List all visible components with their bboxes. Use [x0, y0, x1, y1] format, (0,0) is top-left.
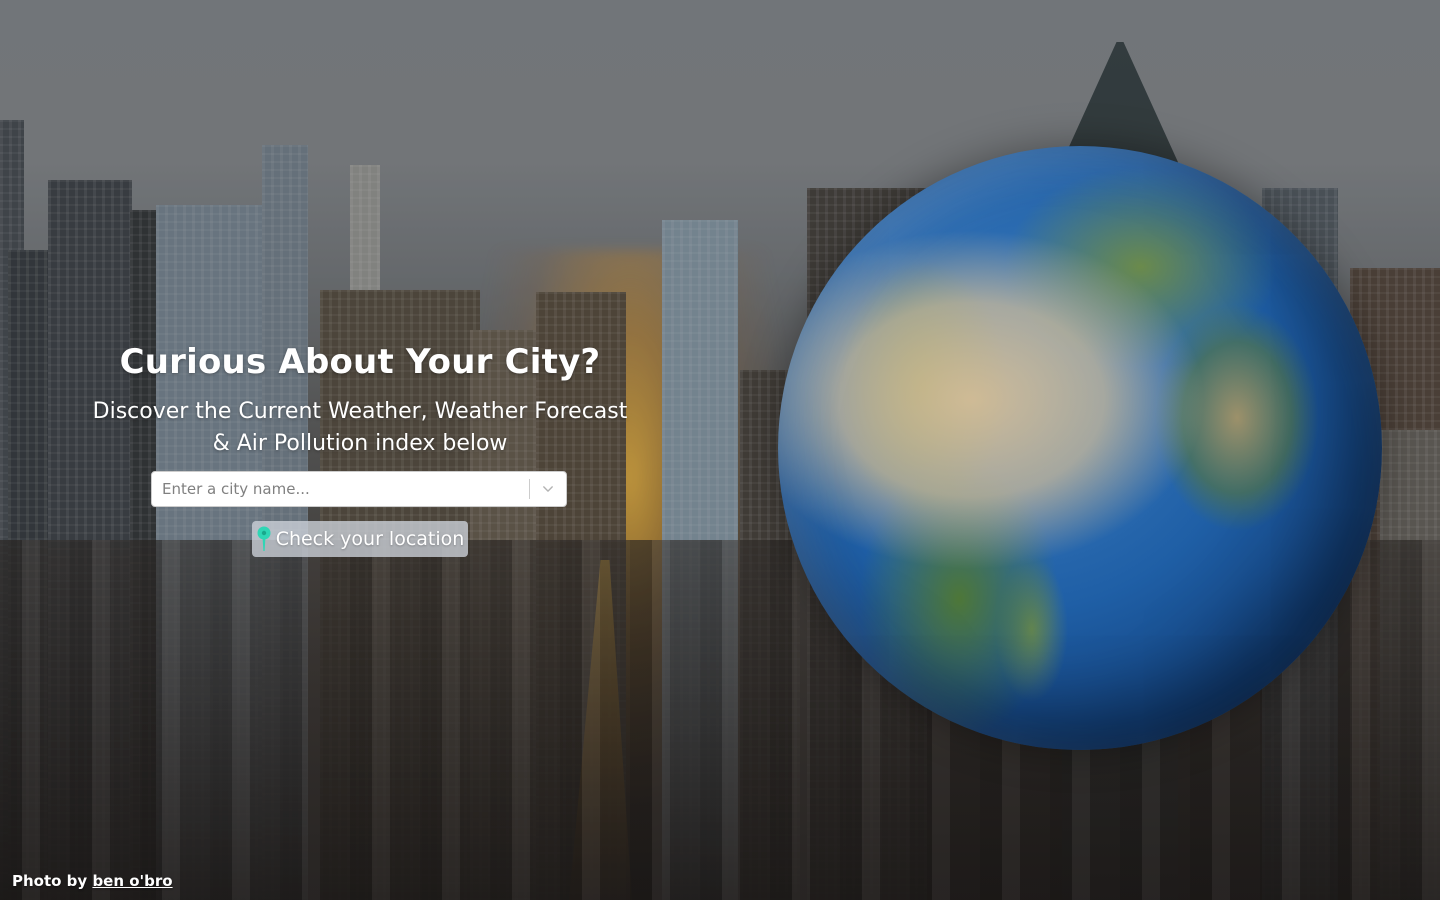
- photo-credit: Photo by ben o'bro: [12, 872, 173, 890]
- chevron-down-icon[interactable]: [530, 472, 566, 506]
- check-location-label: Check your location: [275, 528, 465, 550]
- check-location-button[interactable]: Check your location: [252, 521, 468, 557]
- hero: Curious About Your City? Discover the Cu…: [60, 340, 660, 460]
- hero-subtitle: Discover the Current Weather, Weather Fo…: [60, 396, 660, 460]
- city-select[interactable]: [151, 471, 567, 507]
- map-pin-icon: [256, 526, 272, 552]
- hero-title: Curious About Your City?: [119, 342, 601, 382]
- hero-subtitle-line-2: & Air Pollution index below: [212, 431, 508, 456]
- photo-credit-author-link[interactable]: ben o'bro: [92, 872, 172, 890]
- hero-subtitle-line-1: Discover the Current Weather, Weather Fo…: [92, 399, 628, 424]
- city-search-input[interactable]: [152, 472, 529, 506]
- map-pin-icon-svg: [257, 526, 271, 551]
- earth-globe: [778, 146, 1382, 750]
- chevron-down-icon-svg: [543, 486, 553, 492]
- photo-credit-prefix: Photo by: [12, 872, 88, 890]
